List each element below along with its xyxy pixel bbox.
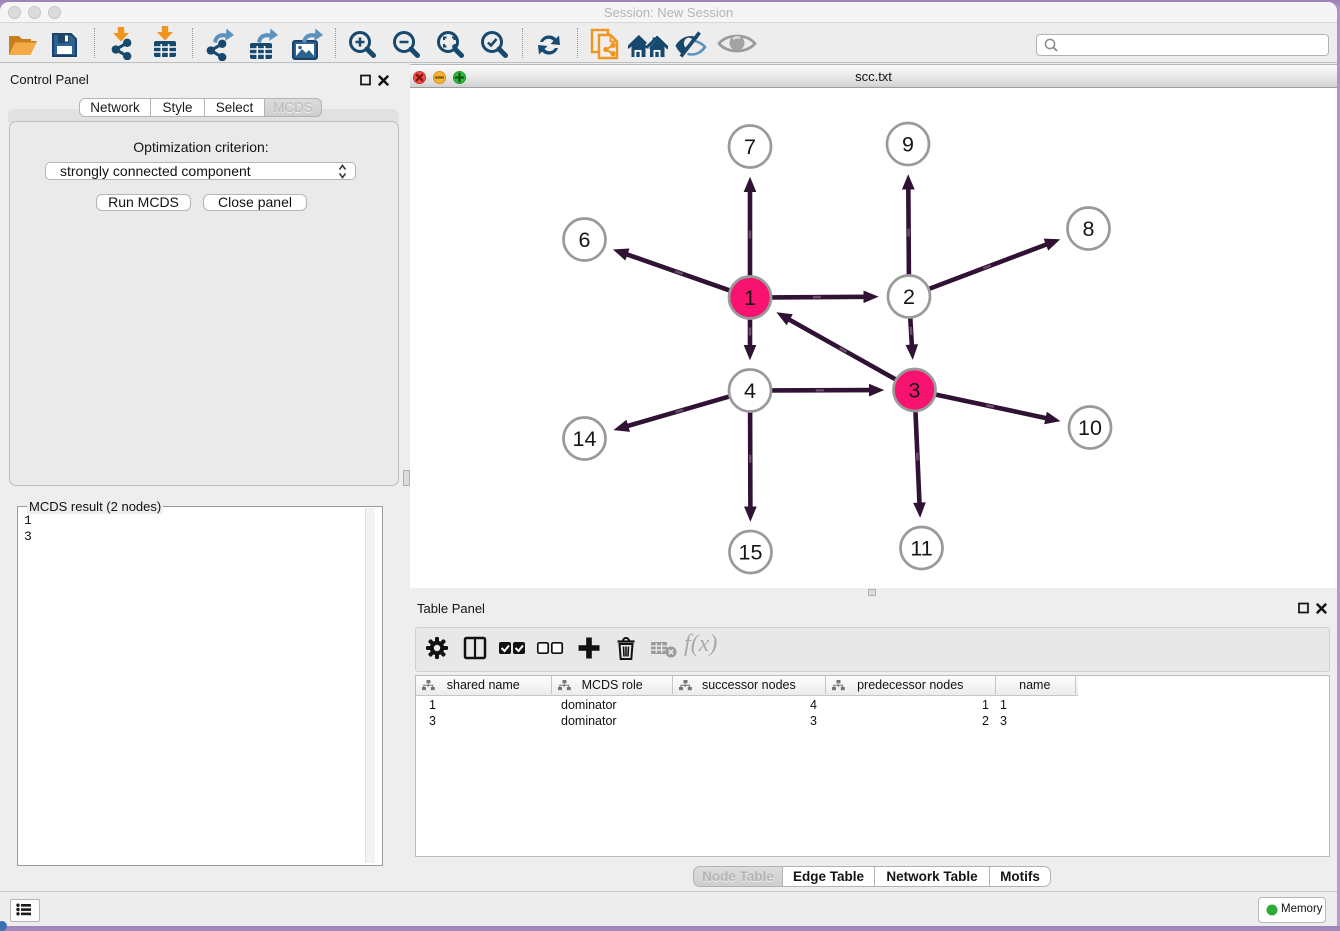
svg-text:8: 8 — [1083, 217, 1095, 241]
svg-text:4: 4 — [744, 379, 756, 403]
svg-text:1: 1 — [744, 286, 756, 310]
svg-text:2: 2 — [903, 285, 915, 309]
svg-text:15: 15 — [739, 541, 763, 565]
svg-text:10: 10 — [1078, 416, 1102, 440]
svg-text:11: 11 — [910, 537, 932, 561]
svg-text:3: 3 — [909, 379, 921, 403]
svg-text:6: 6 — [579, 228, 591, 252]
svg-text:9: 9 — [902, 133, 914, 157]
svg-text:14: 14 — [573, 427, 597, 451]
svg-text:7: 7 — [744, 135, 756, 159]
